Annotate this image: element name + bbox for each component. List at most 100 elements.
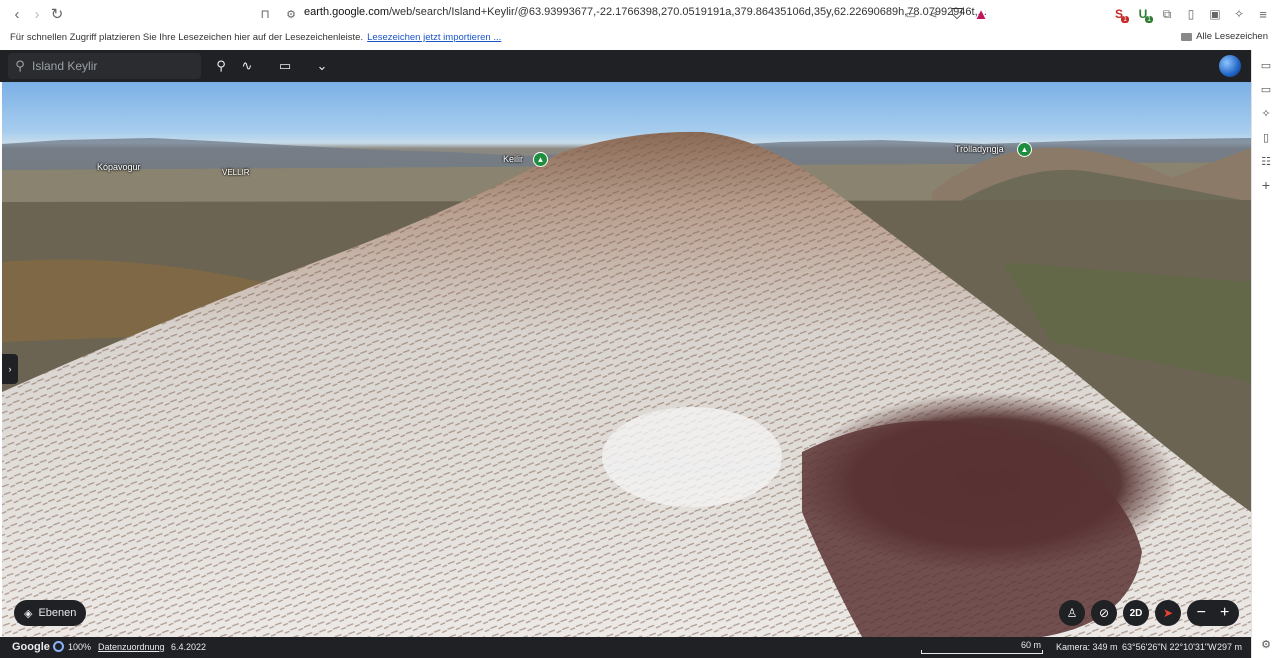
search-icon: ⚲ — [15, 58, 25, 73]
measure-button[interactable]: ▭ — [275, 57, 295, 75]
leo-button[interactable]: ✧ — [1228, 3, 1250, 25]
google-logo: Google — [12, 641, 50, 653]
wallet-panel-button[interactable]: ▭ — [1258, 57, 1274, 73]
place-label-keilir[interactable]: Keilir — [503, 154, 523, 164]
add-path-button[interactable]: ∿ — [237, 57, 257, 75]
reading-list-button[interactable]: ☷ — [1258, 153, 1274, 169]
sparkle-icon: ✧ — [1261, 107, 1271, 120]
coordinates: 63°56'26"N 22°10'31"W — [1122, 642, 1217, 652]
url-host: earth.google.com — [304, 6, 389, 18]
back-button[interactable]: ‹ — [6, 3, 28, 25]
chevron-down-icon: ⌄ — [316, 58, 328, 73]
share-button[interactable]: ⋖ — [922, 3, 944, 25]
bookmark-icon: ▯ — [1262, 131, 1270, 144]
earth-top-bar: ⚲ Island Keylir ⚲ ∿ ▭ ⌄ — [0, 50, 1251, 82]
extension-1-button[interactable]: S 1 — [1108, 3, 1130, 25]
sidebar-toggle-button[interactable]: ▯ — [1180, 3, 1202, 25]
place-label-vellir[interactable]: VELLIR — [222, 168, 250, 177]
view-2d-button[interactable]: 2D — [1123, 600, 1149, 626]
add-placemark-button[interactable]: ⚲ — [211, 57, 231, 75]
all-bookmarks-button[interactable]: Alle Lesezeichen — [1181, 31, 1268, 42]
scale-label: 60 m — [1021, 640, 1042, 650]
globe-icon[interactable] — [1219, 55, 1241, 77]
reading-list-icon: ☷ — [1261, 155, 1271, 168]
wallet-button[interactable]: ▣ — [1204, 3, 1226, 25]
loading-percent: 100% — [68, 642, 92, 652]
leo-panel-button[interactable]: ✧ — [1258, 105, 1274, 121]
url-path: /web/search/Island+Keylir/@63.93993677,-… — [389, 6, 987, 18]
wallet-icon: ▣ — [1209, 7, 1221, 21]
cast-button[interactable]: ▭ — [900, 3, 922, 25]
mountain-pin-icon[interactable]: ▲ — [533, 152, 548, 167]
zoom-out-button[interactable]: − — [1197, 604, 1206, 622]
path-icon: ∿ — [241, 58, 253, 73]
chevron-left-icon: ‹ — [14, 5, 20, 23]
status-bar: Google 100% Datenzuordnung 6.4.2022 60 m… — [0, 637, 1251, 658]
mountain-pin-icon[interactable]: ▲ — [1017, 142, 1032, 157]
zoom-in-button[interactable]: + — [1220, 604, 1229, 622]
tune-icon: ⚙ — [286, 8, 296, 21]
compass-button[interactable]: ➤ — [1155, 600, 1181, 626]
triangle-icon: ▲ — [973, 5, 989, 23]
brave-shield-button[interactable]: ⛉ — [946, 3, 968, 25]
loading-ring-icon — [53, 641, 64, 652]
site-info-button[interactable]: ⚙ — [280, 3, 302, 25]
sidebar-icon: ▯ — [1187, 7, 1195, 21]
folder-icon — [1181, 32, 1193, 41]
reload-button[interactable]: ↻ — [46, 3, 68, 25]
reload-icon: ↻ — [50, 6, 64, 23]
layers-icon: ◈ — [24, 607, 33, 620]
bookmark-page-button[interactable]: ⊓ — [254, 3, 276, 25]
street-view-button[interactable]: ♙ — [1059, 600, 1085, 626]
bookmarks-hint: Für schnellen Zugriff platzieren Sie Ihr… — [10, 32, 501, 43]
add-panel-button[interactable]: + — [1258, 177, 1274, 193]
place-label-trolladyngja[interactable]: Trölladyngja — [955, 144, 1004, 154]
plus-icon: + — [1261, 177, 1271, 193]
chevron-right-icon: › — [34, 5, 40, 23]
elevation: 297 m — [1217, 642, 1243, 652]
bookmark-icon: ⊓ — [260, 7, 270, 21]
attribution-link[interactable]: Datenzuordnung — [98, 642, 165, 652]
address-bar[interactable]: earth.google.com/web/search/Island+Keyli… — [304, 6, 987, 18]
more-tools-button[interactable]: ⌄ — [312, 57, 332, 75]
import-bookmarks-link[interactable]: Lesezeichen jetzt importieren ... — [367, 32, 501, 43]
menu-icon: ≡ — [1259, 6, 1267, 22]
zoom-controls: − + — [1187, 600, 1239, 626]
reset-tilt-button[interactable]: ⊘ — [1091, 600, 1117, 626]
terrain-scene — [2, 131, 1251, 637]
share-icon: ⋖ — [928, 8, 938, 21]
puzzle-icon: ⧉ — [1162, 6, 1172, 21]
bookmarks-panel-button[interactable]: ▯ — [1258, 129, 1274, 145]
pegman-icon: ♙ — [1066, 606, 1078, 620]
layers-button[interactable]: ◈ Ebenen — [14, 600, 86, 626]
cast-icon: ▭ — [905, 8, 917, 21]
browser-sidebar: ▭ ▭ ✧ ▯ ☷ + ⚙ — [1251, 50, 1280, 658]
video-icon: ▭ — [1260, 83, 1272, 96]
all-bookmarks-label: Alle Lesezeichen — [1196, 31, 1268, 42]
browser-toolbar: ‹ › ↻ ⊓ ⚙ earth.google.com/web/search/Is… — [0, 0, 1280, 28]
placemark-icon: ⚲ — [216, 58, 226, 73]
forward-button[interactable]: › — [26, 3, 48, 25]
panel-expand-button[interactable]: › — [2, 354, 18, 384]
menu-button[interactable]: ≡ — [1252, 3, 1274, 25]
chevron-right-icon: › — [8, 364, 12, 374]
extension-2-button[interactable]: U 1 — [1132, 3, 1154, 25]
gear-icon: ⚙ — [1261, 638, 1271, 651]
extension-badge: 1 — [1121, 16, 1129, 23]
compass-icon: ➤ — [1162, 606, 1174, 620]
tilt-off-icon: ⊘ — [1098, 606, 1110, 620]
imagery-date: 6.4.2022 — [171, 642, 207, 652]
brave-rewards-button[interactable]: ▲ — [970, 3, 992, 25]
video-panel-button[interactable]: ▭ — [1258, 81, 1274, 97]
map-viewport[interactable]: Kópavogur VELLIR Keilir ▲ Trölladyngja ▲ — [2, 82, 1251, 637]
place-label-kopavogur[interactable]: Kópavogur — [97, 162, 141, 172]
shield-icon: ⛉ — [951, 5, 963, 23]
camera-altitude: Kamera: 349 m — [1056, 642, 1118, 652]
sidebar-settings-button[interactable]: ⚙ — [1258, 636, 1274, 652]
search-box[interactable]: ⚲ Island Keylir — [8, 53, 201, 79]
ruler-icon: ▭ — [278, 58, 292, 73]
extensions-button[interactable]: ⧉ — [1156, 3, 1178, 25]
search-input[interactable]: Island Keylir — [32, 59, 97, 73]
extensions-area: S 1 U 1 ⧉ ▯ ▣ ✧ ≡ — [1108, 3, 1274, 25]
extension-badge: 1 — [1145, 16, 1153, 23]
